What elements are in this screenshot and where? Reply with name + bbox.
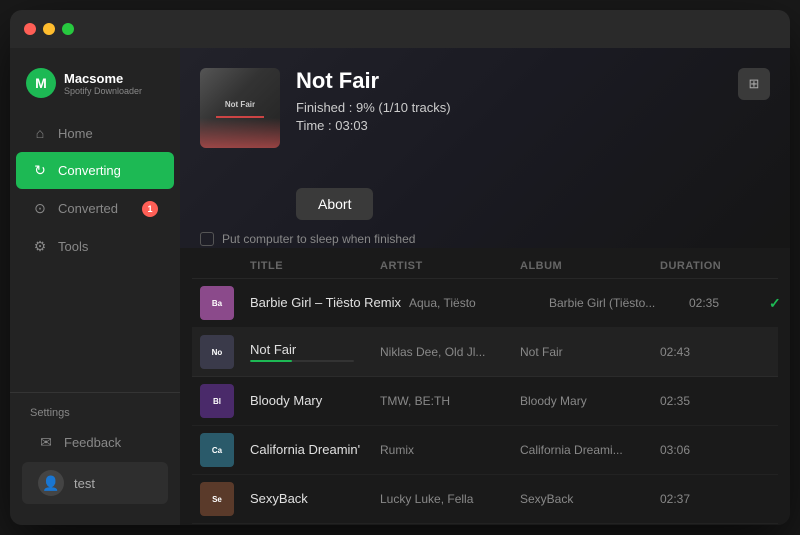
track-title: California Dreamin' <box>250 442 368 457</box>
track-title-wrapper: Not Fair <box>250 342 380 362</box>
track-duration: 02:35 <box>660 394 740 408</box>
track-title: Bloody Mary <box>250 393 330 408</box>
sidebar-item-converting-label: Converting <box>58 163 121 178</box>
user-name: test <box>74 476 95 491</box>
app-name: Macsome <box>64 71 142 86</box>
sidebar-item-home[interactable]: ⌂ Home <box>16 115 174 151</box>
track-artist: Rumix <box>380 443 520 457</box>
sidebar-item-converted[interactable]: ⊙ Converted 1 <box>16 190 174 227</box>
track-duration: 02:43 <box>660 345 740 359</box>
track-checkmark: ✓ <box>769 295 790 312</box>
sidebar-item-converted-label: Converted <box>58 201 118 216</box>
track-album: Bloody Mary <box>520 394 660 408</box>
app-window: M Macsome Spotify Downloader ⌂ Home ↻ Co… <box>10 10 790 525</box>
sidebar-item-feedback[interactable]: ✉ Feedback <box>22 424 168 461</box>
track-title: Barbie Girl – Tiësto Remix <box>250 295 409 310</box>
app-body: M Macsome Spotify Downloader ⌂ Home ↻ Co… <box>10 48 790 525</box>
sidebar: M Macsome Spotify Downloader ⌂ Home ↻ Co… <box>10 48 180 525</box>
col-thumb <box>200 260 250 272</box>
table-row[interactable]: Ba Barbie Girl – Tiësto Remix Aqua, Tiës… <box>192 279 778 328</box>
track-table[interactable]: TITLE ARTIST ALBUM DURATION Ba Barbie Gi… <box>180 254 790 525</box>
track-album: Barbie Girl (Tiësto... <box>549 296 689 310</box>
progress-bar <box>250 360 354 362</box>
main-content: Not Fair Not Fair Finished : 9% (1/10 tr… <box>180 48 790 525</box>
user-avatar: 👤 <box>38 470 64 496</box>
abort-button[interactable]: Abort <box>296 188 373 220</box>
col-title: TITLE <box>250 260 380 272</box>
app-logo: M Macsome Spotify Downloader <box>10 60 180 114</box>
track-title-wrapper: Barbie Girl – Tiësto Remix <box>250 294 409 312</box>
col-check <box>740 260 770 272</box>
table-row[interactable]: No Not Fair Niklas Dee, Old Jl... Not Fa… <box>192 328 778 377</box>
album-status: Finished : 9% (1/10 tracks) <box>296 100 770 115</box>
converted-icon: ⊙ <box>32 200 48 217</box>
track-title: Not Fair <box>250 342 380 357</box>
app-subtitle: Spotify Downloader <box>64 86 142 96</box>
track-artist: Niklas Dee, Old Jl... <box>380 345 520 359</box>
track-title-wrapper: Bloody Mary <box>250 392 380 410</box>
sleep-checkbox[interactable] <box>200 232 214 246</box>
table-header: TITLE ARTIST ALBUM DURATION <box>192 254 778 279</box>
track-thumb: No <box>200 335 234 369</box>
track-artist: Lucky Luke, Fella <box>380 492 520 506</box>
track-album: Not Fair <box>520 345 660 359</box>
user-profile[interactable]: 👤 test <box>22 462 168 504</box>
album-art: Not Fair <box>200 68 280 148</box>
main-header: Not Fair Not Fair Finished : 9% (1/10 tr… <box>180 48 790 236</box>
sleep-label: Put computer to sleep when finished <box>222 232 415 246</box>
title-bar <box>10 10 790 48</box>
tools-icon: ⚙ <box>32 238 48 255</box>
track-duration: 02:35 <box>689 296 769 310</box>
header-info: Not Fair Finished : 9% (1/10 tracks) Tim… <box>296 68 770 220</box>
track-title-wrapper: SexyBack <box>250 490 380 508</box>
album-title: Not Fair <box>296 68 770 94</box>
sidebar-item-home-label: Home <box>58 126 93 141</box>
format-icon[interactable]: ⊞ <box>738 68 770 100</box>
track-thumb: Se <box>200 482 234 516</box>
track-thumb: Bl <box>200 384 234 418</box>
track-duration: 03:06 <box>660 443 740 457</box>
track-title-cell: Not Fair <box>250 342 380 362</box>
table-row[interactable]: Ca California Dreamin' Rumix California … <box>192 426 778 475</box>
logo-text: Macsome Spotify Downloader <box>64 71 142 96</box>
converting-icon: ↻ <box>32 162 48 179</box>
feedback-icon: ✉ <box>38 434 54 451</box>
table-row[interactable]: Da Dance With Somebody Sam Feldt, Benny.… <box>192 524 778 525</box>
col-album: ALBUM <box>520 260 660 272</box>
table-row[interactable]: Se SexyBack Lucky Luke, Fella SexyBack 0… <box>192 475 778 524</box>
feedback-label: Feedback <box>64 435 121 450</box>
sleep-option: Put computer to sleep when finished <box>180 228 790 254</box>
converted-badge: 1 <box>142 201 158 217</box>
track-title-wrapper: California Dreamin' <box>250 441 380 459</box>
logo-icon: M <box>26 68 56 98</box>
close-button[interactable] <box>24 23 36 35</box>
settings-label: Settings <box>16 401 174 423</box>
minimize-button[interactable] <box>43 23 55 35</box>
track-title: SexyBack <box>250 491 316 506</box>
col-artist: ARTIST <box>380 260 520 272</box>
sidebar-item-tools-label: Tools <box>58 239 88 254</box>
track-duration: 02:37 <box>660 492 740 506</box>
sidebar-bottom: Settings ✉ Feedback 👤 test <box>10 392 180 513</box>
tracks-container: Ba Barbie Girl – Tiësto Remix Aqua, Tiës… <box>192 279 778 525</box>
sidebar-item-tools[interactable]: ⚙ Tools <box>16 228 174 265</box>
track-artist: Aqua, Tiësto <box>409 296 549 310</box>
track-album: SexyBack <box>520 492 660 506</box>
sidebar-nav: ⌂ Home ↻ Converting ⊙ Converted 1 ⚙ Tool… <box>10 114 180 392</box>
sidebar-item-converting[interactable]: ↻ Converting <box>16 152 174 189</box>
table-row[interactable]: Bl Bloody Mary TMW, BE:TH Bloody Mary 02… <box>192 377 778 426</box>
track-artist: TMW, BE:TH <box>380 394 520 408</box>
traffic-lights <box>24 23 74 35</box>
home-icon: ⌂ <box>32 125 48 141</box>
album-art-overlay <box>200 118 280 148</box>
album-time: Time : 03:03 <box>296 118 770 133</box>
track-thumb: Ba <box>200 286 234 320</box>
col-duration: DURATION <box>660 260 740 272</box>
track-album: California Dreami... <box>520 443 660 457</box>
track-thumb: Ca <box>200 433 234 467</box>
maximize-button[interactable] <box>62 23 74 35</box>
progress-fill <box>250 360 292 362</box>
